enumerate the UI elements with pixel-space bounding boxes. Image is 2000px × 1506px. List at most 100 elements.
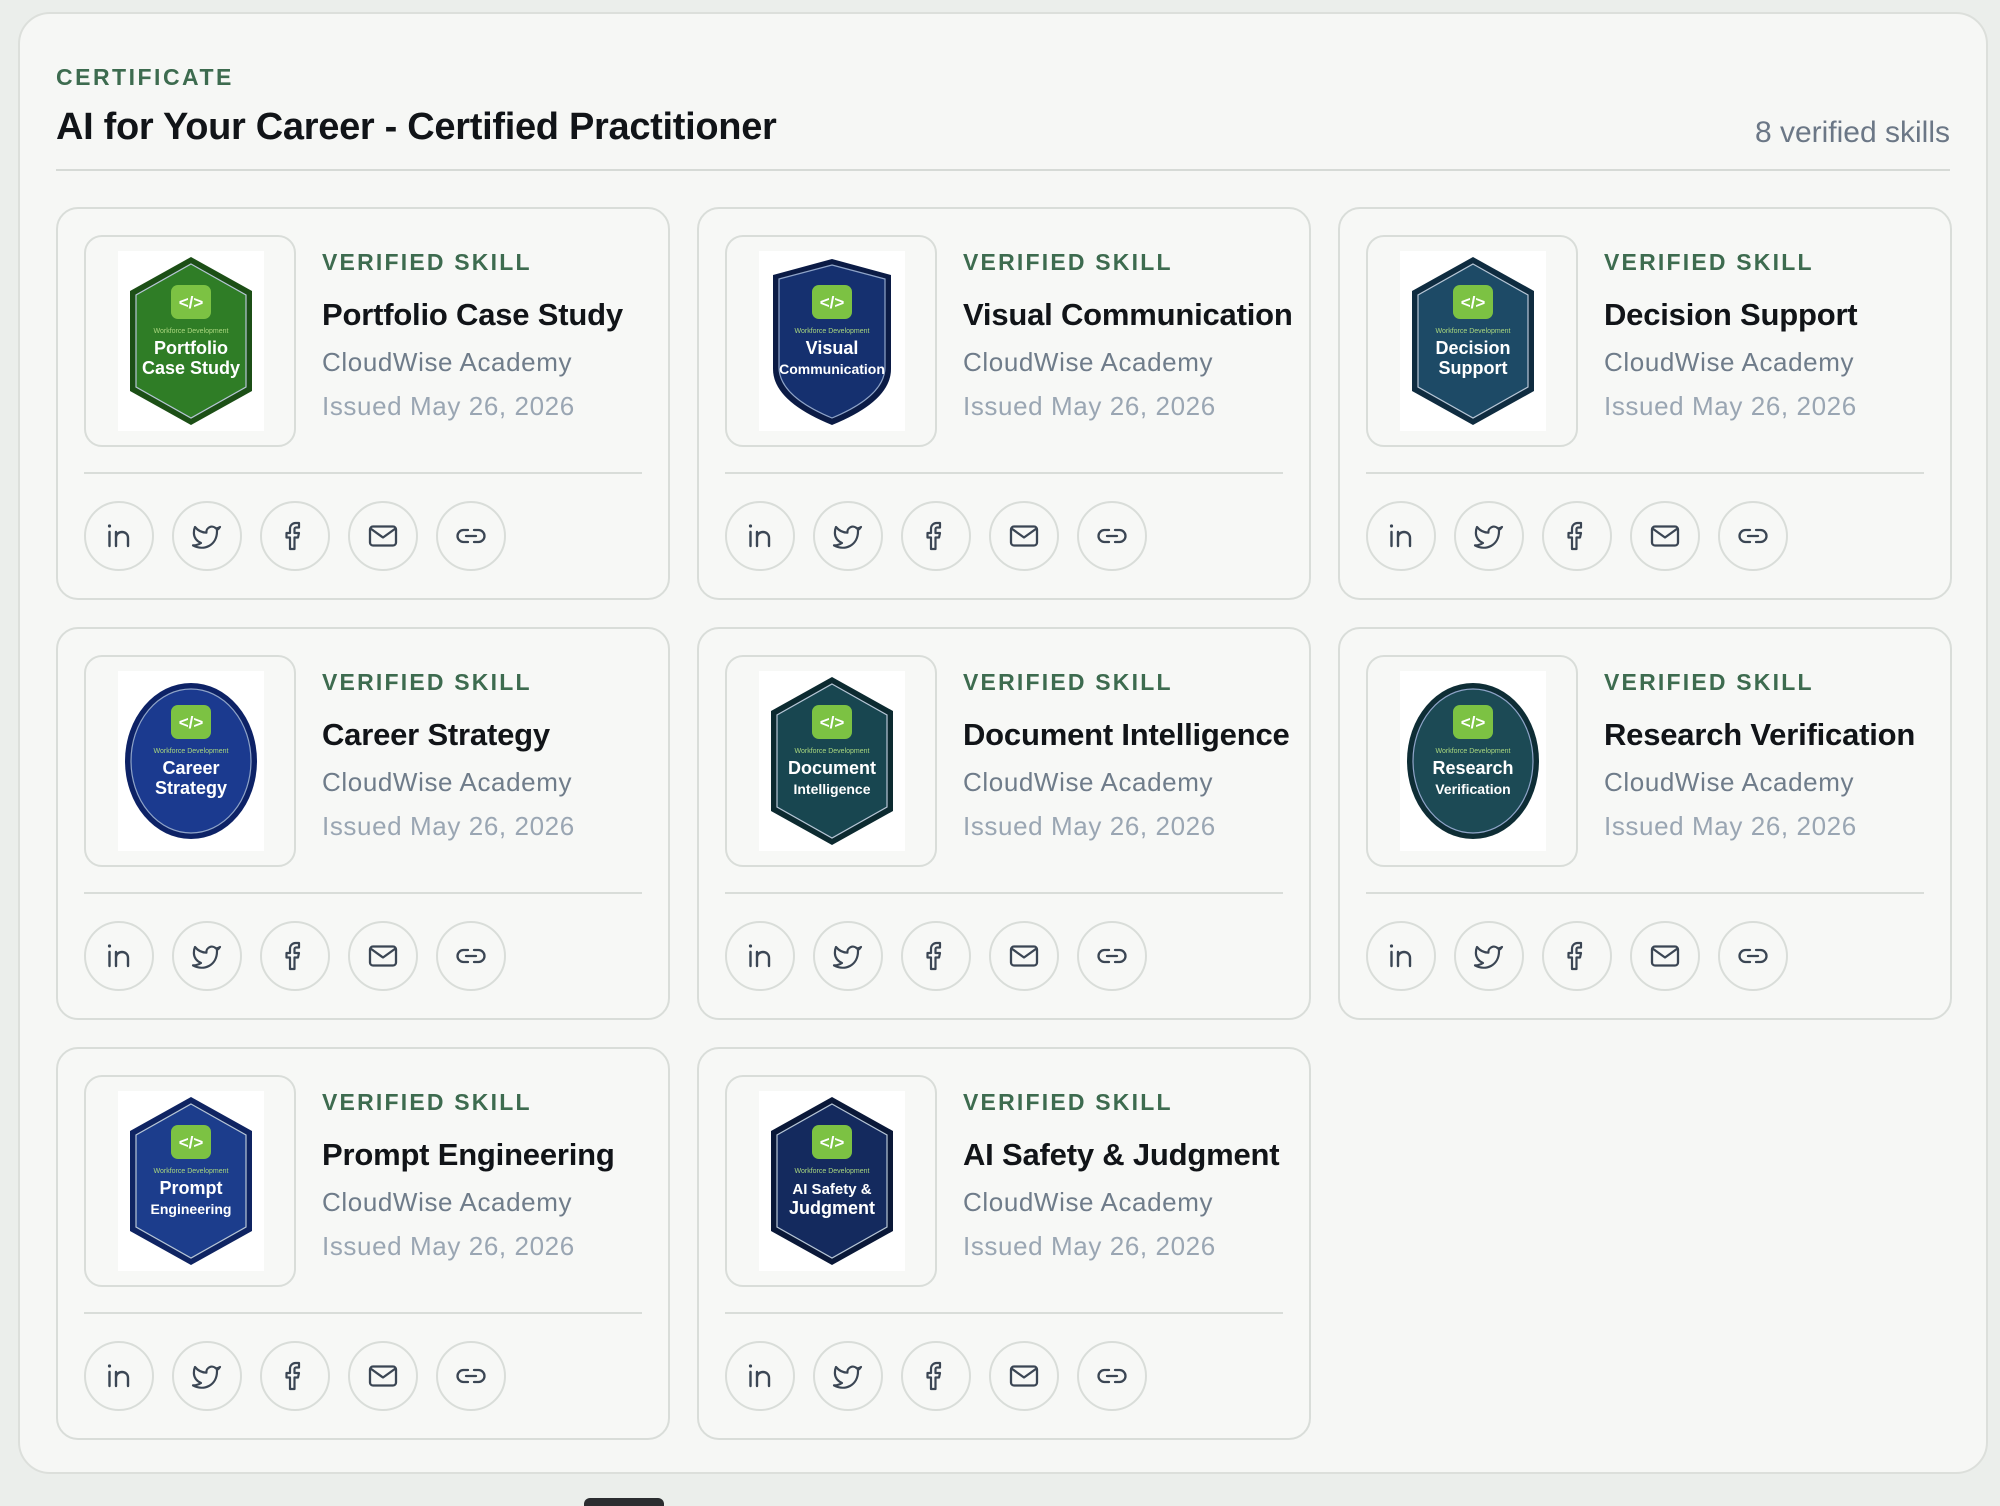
bottom-tab-handle[interactable]	[584, 1498, 664, 1506]
badge-frame[interactable]: </> Workforce Development Prompt Engineerin…	[84, 1075, 296, 1287]
svg-text:Document: Document	[788, 758, 876, 778]
share-twitter-button[interactable]	[172, 921, 242, 991]
card-divider	[1366, 892, 1924, 894]
share-linkedin-button[interactable]	[725, 1341, 795, 1411]
skill-info: VERIFIED SKILL Career Strategy CloudWise A…	[322, 669, 652, 845]
share-facebook-button[interactable]	[260, 501, 330, 571]
skill-card: </> Workforce Development AI Safety & Judgm…	[697, 1047, 1311, 1440]
share-email-button[interactable]	[1630, 501, 1700, 571]
svg-text:</>: </>	[179, 293, 204, 312]
linkedin-icon	[743, 519, 777, 553]
skill-eyebrow: VERIFIED SKILL	[963, 669, 1173, 695]
share-link-button[interactable]	[436, 921, 506, 991]
svg-text:</>: </>	[1461, 713, 1486, 732]
share-link-button[interactable]	[1077, 501, 1147, 571]
share-email-button[interactable]	[989, 921, 1059, 991]
share-actions	[725, 501, 1147, 571]
skill-name: Visual Communication	[963, 297, 1293, 332]
share-twitter-button[interactable]	[172, 1341, 242, 1411]
link-icon	[454, 519, 488, 553]
share-twitter-button[interactable]	[813, 501, 883, 571]
share-email-button[interactable]	[348, 921, 418, 991]
badge-frame[interactable]: </> Workforce Development AI Safety & Judgm…	[725, 1075, 937, 1287]
share-link-button[interactable]	[1718, 921, 1788, 991]
share-linkedin-button[interactable]	[84, 921, 154, 991]
share-actions	[84, 501, 506, 571]
share-facebook-button[interactable]	[901, 921, 971, 991]
skill-name: Prompt Engineering	[322, 1137, 615, 1172]
skill-info: VERIFIED SKILL Visual Communication CloudW…	[963, 249, 1293, 425]
linkedin-icon	[102, 939, 136, 973]
share-link-button[interactable]	[1718, 501, 1788, 571]
skill-eyebrow: VERIFIED SKILL	[322, 1089, 532, 1115]
share-link-button[interactable]	[1077, 921, 1147, 991]
skill-issuer: CloudWise Academy	[322, 1187, 573, 1217]
share-facebook-button[interactable]	[1542, 501, 1612, 571]
skill-issuer: CloudWise Academy	[1604, 347, 1855, 377]
svg-text:Workforce Development: Workforce Development	[795, 1168, 870, 1175]
svg-text:AI Safety &: AI Safety &	[792, 1181, 871, 1198]
share-facebook-button[interactable]	[901, 1341, 971, 1411]
share-facebook-button[interactable]	[1542, 921, 1612, 991]
share-email-button[interactable]	[348, 501, 418, 571]
svg-text:</>: </>	[820, 293, 845, 312]
svg-text:Workforce Development: Workforce Development	[795, 328, 870, 335]
share-facebook-button[interactable]	[901, 501, 971, 571]
svg-text:Research: Research	[1432, 758, 1513, 778]
share-twitter-button[interactable]	[813, 921, 883, 991]
svg-text:Workforce Development: Workforce Development	[154, 328, 229, 335]
share-email-button[interactable]	[989, 501, 1059, 571]
twitter-icon	[190, 519, 224, 553]
share-email-button[interactable]	[1630, 921, 1700, 991]
skill-name: Decision Support	[1604, 297, 1858, 332]
share-twitter-button[interactable]	[1454, 501, 1524, 571]
skill-badge-image: </> Workforce Development Visual Communicat…	[759, 251, 905, 431]
share-linkedin-button[interactable]	[725, 501, 795, 571]
share-actions	[84, 921, 506, 991]
badge-frame[interactable]: </> Workforce Development Research Verifica…	[1366, 655, 1578, 867]
badge-frame[interactable]: </> Workforce Development Visual Communicat…	[725, 235, 937, 447]
share-twitter-button[interactable]	[172, 501, 242, 571]
facebook-icon	[278, 1359, 312, 1393]
skill-issuer: CloudWise Academy	[322, 347, 573, 377]
skill-issuer: CloudWise Academy	[963, 767, 1214, 797]
email-icon	[1007, 1359, 1041, 1393]
svg-text:Case Study: Case Study	[142, 358, 240, 378]
svg-text:Workforce Development: Workforce Development	[795, 748, 870, 755]
badge-frame[interactable]: </> Workforce Development Document Intellig…	[725, 655, 937, 867]
svg-text:Workforce Development: Workforce Development	[1436, 328, 1511, 335]
share-twitter-button[interactable]	[1454, 921, 1524, 991]
share-twitter-button[interactable]	[813, 1341, 883, 1411]
skill-card: </> Workforce Development Career Strategy VE…	[56, 627, 670, 1020]
share-linkedin-button[interactable]	[725, 921, 795, 991]
skill-badge-image: </> Workforce Development Document Intellig…	[759, 671, 905, 851]
link-icon	[1736, 519, 1770, 553]
skill-issued-date: Issued May 26, 2026	[963, 1231, 1216, 1261]
link-icon	[454, 939, 488, 973]
svg-text:</>: </>	[179, 1133, 204, 1152]
share-linkedin-button[interactable]	[1366, 501, 1436, 571]
skill-info: VERIFIED SKILL Portfolio Case Study CloudW…	[322, 249, 652, 425]
share-email-button[interactable]	[348, 1341, 418, 1411]
share-linkedin-button[interactable]	[84, 1341, 154, 1411]
card-divider	[725, 472, 1283, 474]
share-facebook-button[interactable]	[260, 1341, 330, 1411]
facebook-icon	[919, 519, 953, 553]
badge-frame[interactable]: </> Workforce Development Portfolio Case St…	[84, 235, 296, 447]
email-icon	[1007, 939, 1041, 973]
share-link-button[interactable]	[436, 1341, 506, 1411]
share-link-button[interactable]	[436, 501, 506, 571]
badge-frame[interactable]: </> Workforce Development Decision Support	[1366, 235, 1578, 447]
facebook-icon	[278, 939, 312, 973]
skill-issued-date: Issued May 26, 2026	[322, 1231, 575, 1261]
skill-name: Document Intelligence	[963, 717, 1290, 752]
share-email-button[interactable]	[989, 1341, 1059, 1411]
share-linkedin-button[interactable]	[1366, 921, 1436, 991]
badge-frame[interactable]: </> Workforce Development Career Strategy	[84, 655, 296, 867]
svg-text:Visual: Visual	[806, 338, 859, 358]
share-facebook-button[interactable]	[260, 921, 330, 991]
svg-text:Verification: Verification	[1435, 781, 1510, 797]
share-link-button[interactable]	[1077, 1341, 1147, 1411]
share-linkedin-button[interactable]	[84, 501, 154, 571]
skill-eyebrow: VERIFIED SKILL	[1604, 669, 1814, 695]
